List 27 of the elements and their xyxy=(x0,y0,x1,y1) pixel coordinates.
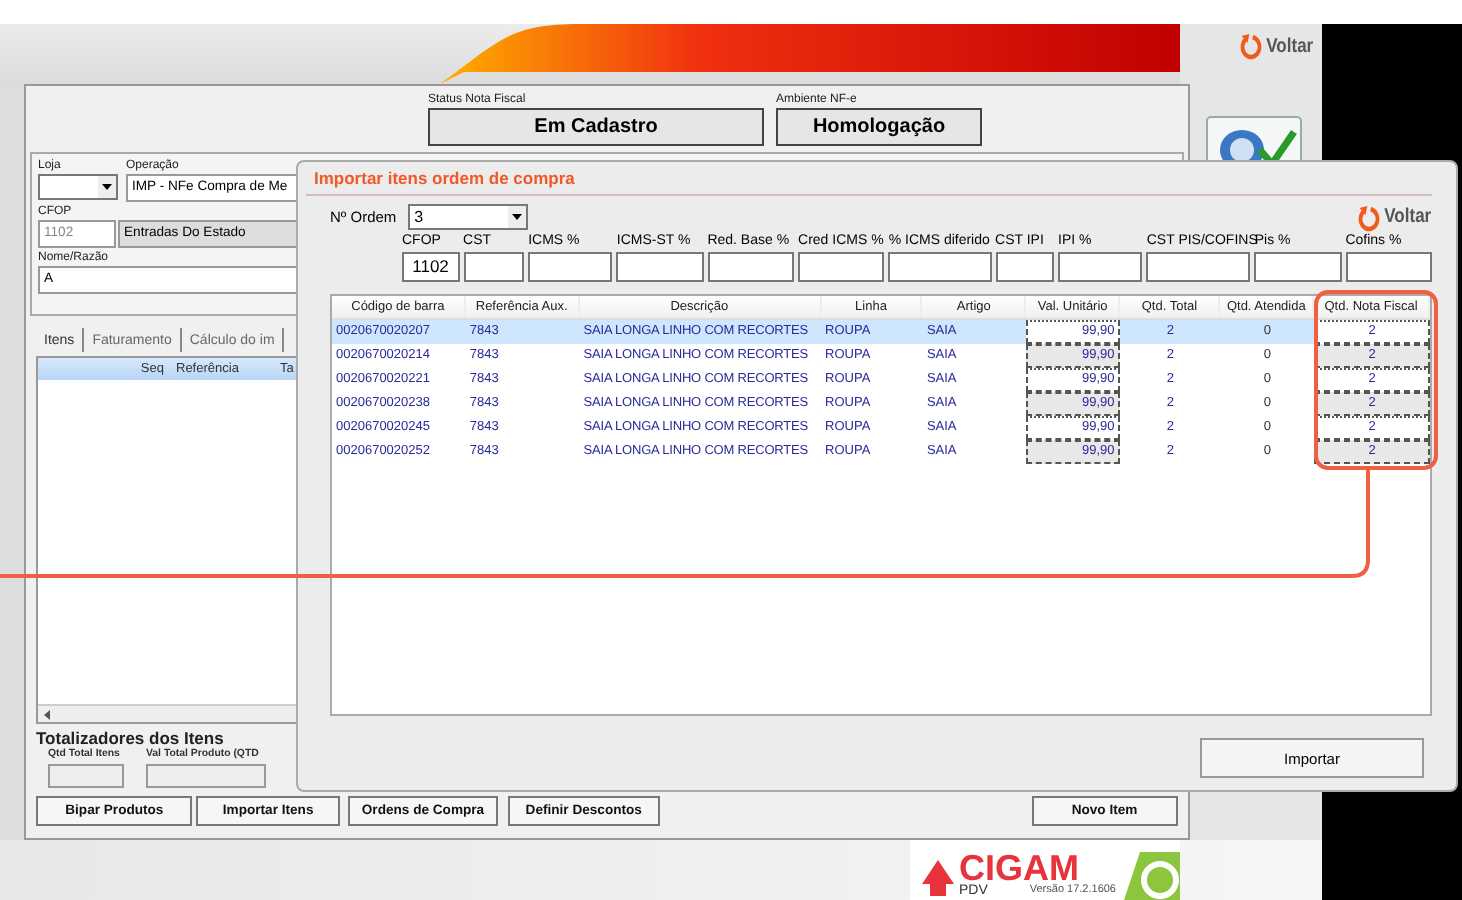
section-title: Totalizadores dos Itens xyxy=(36,728,226,748)
undo-arrow-icon xyxy=(1239,32,1264,60)
tax-field[interactable] xyxy=(888,252,992,282)
back-button[interactable]: Voltar xyxy=(1239,32,1314,60)
total-field xyxy=(146,764,266,788)
scroll-left-icon xyxy=(42,707,52,721)
status-value: Em Cadastro xyxy=(428,108,764,146)
tax-field[interactable] xyxy=(1345,252,1432,282)
tax-field[interactable] xyxy=(1254,252,1342,282)
tax-field[interactable] xyxy=(528,252,613,282)
undo-arrow-icon xyxy=(1357,203,1382,231)
status-value: Homologação xyxy=(776,108,982,146)
total-field xyxy=(48,764,124,788)
tax-field[interactable] xyxy=(1058,252,1143,282)
dialog-title: Importar itens ordem de compra xyxy=(306,162,1432,196)
horizontal-scrollbar[interactable] xyxy=(38,704,298,722)
tax-field[interactable] xyxy=(463,252,525,282)
tax-field[interactable] xyxy=(707,252,795,282)
tax-field[interactable] xyxy=(995,252,1055,282)
tax-field[interactable] xyxy=(798,252,885,282)
tax-field[interactable]: 1102 xyxy=(402,252,460,282)
tax-field[interactable] xyxy=(616,252,704,282)
loja-dropdown[interactable] xyxy=(38,174,118,200)
back-button[interactable]: Voltar xyxy=(1357,203,1432,231)
brand-name: CIGAM xyxy=(958,852,1079,884)
tax-field[interactable] xyxy=(1146,252,1251,282)
order-dropdown[interactable]: 3 xyxy=(408,204,529,230)
